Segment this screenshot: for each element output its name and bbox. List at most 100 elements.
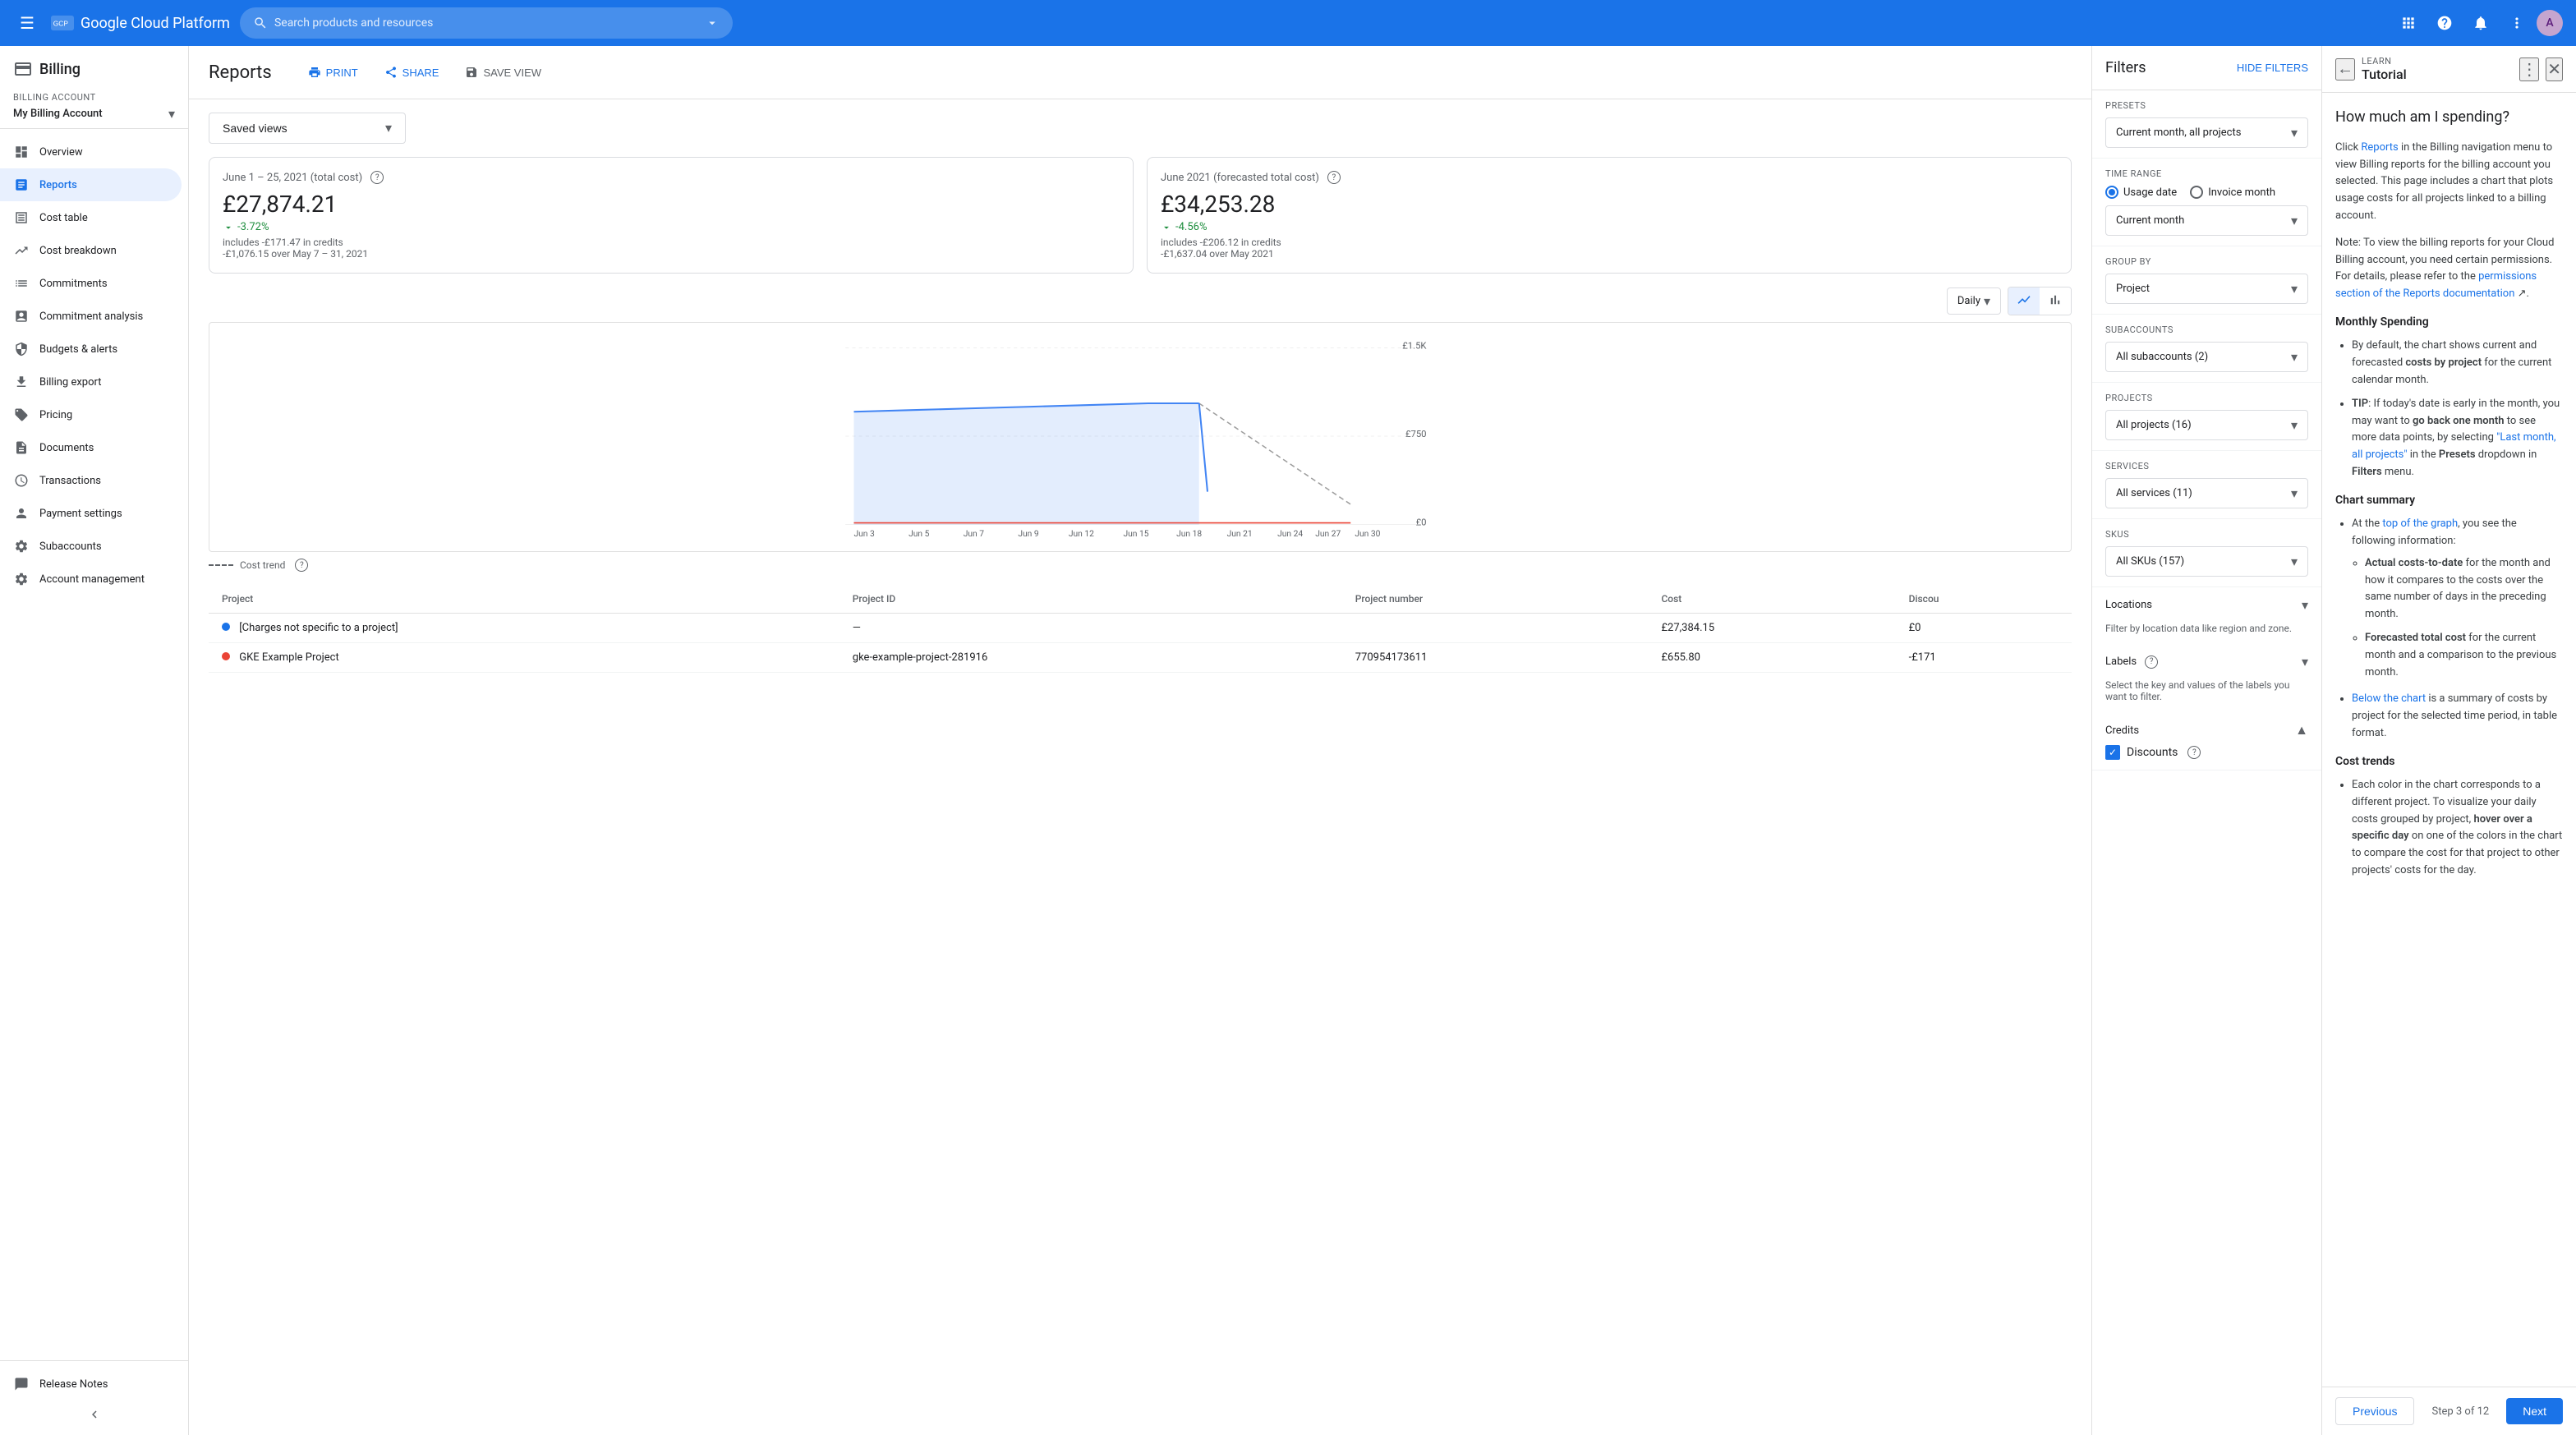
svg-text:£0: £0: [1416, 517, 1427, 528]
help-icon-btn[interactable]: [2428, 7, 2461, 39]
tutorial-permissions-link[interactable]: permissions section of the Reports docum…: [2335, 270, 2537, 300]
table-header-row: Project Project ID Project number Cost D…: [209, 585, 2072, 614]
cost-card-current-help[interactable]: ?: [370, 171, 384, 184]
cost-card-forecast-help[interactable]: ?: [1327, 171, 1341, 184]
sidebar-item-billing-export[interactable]: Billing export: [0, 366, 182, 398]
filter-locations-chevron: ▾: [2302, 597, 2308, 613]
billing-title-text: Billing: [39, 61, 80, 78]
monthly-spending-bullet1: By default, the chart shows current and …: [2352, 338, 2563, 389]
filter-credits-section: Credits ▲ ✓ Discounts ?: [2092, 712, 2321, 770]
tutorial-close-button[interactable]: ✕: [2546, 57, 2563, 81]
filter-group-by-select[interactable]: Project ▾: [2105, 274, 2308, 304]
filter-presets-chevron: ▾: [2291, 125, 2298, 140]
monthly-spending-list: By default, the chart shows current and …: [2335, 338, 2563, 481]
discounts-checkbox-item[interactable]: ✓ Discounts ?: [2105, 745, 2308, 760]
collapse-sidebar-btn[interactable]: [0, 1401, 188, 1428]
cost-trend-help[interactable]: ?: [295, 559, 308, 572]
usage-date-radio[interactable]: [2105, 186, 2118, 199]
sidebar-item-budgets-alerts[interactable]: Budgets & alerts: [0, 333, 182, 366]
notifications-icon-btn[interactable]: [2464, 7, 2497, 39]
sidebar-item-reports[interactable]: Reports: [0, 168, 182, 201]
sidebar-item-transactions[interactable]: Transactions: [0, 464, 182, 497]
filter-subaccounts-select[interactable]: All subaccounts (2) ▾: [2105, 342, 2308, 372]
filter-time-range-select[interactable]: Current month ▾: [2105, 205, 2308, 236]
filter-services-select[interactable]: All services (11) ▾: [2105, 478, 2308, 508]
hamburger-menu[interactable]: ☰: [13, 7, 41, 39]
tutorial-top-graph-link[interactable]: top of the graph: [2382, 517, 2458, 530]
filter-presets-select[interactable]: Current month, all projects ▾: [2105, 117, 2308, 148]
chart-period-select[interactable]: Daily ▾: [1947, 287, 2001, 315]
sidebar-item-commitment-analysis[interactable]: Commitment analysis: [0, 300, 182, 333]
filter-labels-help[interactable]: ?: [2145, 655, 2158, 669]
share-button[interactable]: SHARE: [375, 59, 449, 85]
filter-projects-select[interactable]: All projects (16) ▾: [2105, 410, 2308, 440]
discounts-help[interactable]: ?: [2187, 746, 2201, 759]
sidebar-item-release-notes[interactable]: Release Notes: [0, 1368, 182, 1401]
billing-account-select[interactable]: My Billing Account ▾: [13, 106, 175, 122]
subaccounts-label: Subaccounts: [39, 540, 102, 553]
filter-labels-header[interactable]: Labels ? ▾: [2092, 644, 2321, 679]
sidebar-item-documents[interactable]: Documents: [0, 431, 182, 464]
bar-chart-btn[interactable]: [2040, 287, 2071, 315]
hide-filters-button[interactable]: HIDE FILTERS: [2237, 62, 2308, 74]
tutorial-reports-link[interactable]: Reports: [2361, 141, 2398, 154]
invoice-month-option[interactable]: Invoice month: [2190, 186, 2275, 199]
sidebar-item-cost-breakdown[interactable]: Cost breakdown: [0, 234, 182, 267]
cost-trend-label: Cost trend ?: [209, 559, 2072, 572]
svg-text:£750: £750: [1405, 429, 1427, 439]
sidebar-nav: Overview Reports Cost table Cost breakdo…: [0, 129, 188, 1360]
commitments-label: Commitments: [39, 278, 108, 290]
commitment-analysis-label: Commitment analysis: [39, 310, 143, 323]
sidebar-item-payment-settings[interactable]: Payment settings: [0, 497, 182, 530]
sidebar-item-overview[interactable]: Overview: [0, 136, 182, 168]
line-chart-btn[interactable]: [2008, 287, 2040, 315]
tutorial-next-button[interactable]: Next: [2506, 1398, 2563, 1424]
sidebar-item-commitments[interactable]: Commitments: [0, 267, 182, 300]
cost-card-current-title-text: June 1 – 25, 2021 (total cost): [223, 172, 362, 184]
apps-icon-btn[interactable]: [2392, 7, 2425, 39]
header-actions: PRINT SHARE SAVE VIEW: [298, 59, 551, 85]
chart-period-label: Daily: [1957, 295, 1980, 307]
row1-id: —: [840, 614, 1342, 643]
sidebar-item-pricing[interactable]: Pricing: [0, 398, 182, 431]
row2-number: 770954173611: [1342, 643, 1649, 673]
tutorial-below-chart-link[interactable]: Below the chart: [2352, 692, 2426, 705]
cost-trends-list: Each color in the chart corresponds to a…: [2335, 777, 2563, 880]
tutorial-para2: Note: To view the billing reports for yo…: [2335, 235, 2563, 303]
sidebar-item-account-management[interactable]: Account management: [0, 563, 182, 596]
cost-card-current-amount: £27,874.21: [223, 191, 1120, 218]
tutorial-back-button[interactable]: ←: [2335, 58, 2355, 80]
saved-views-dropdown[interactable]: Saved views ▾: [209, 113, 406, 144]
filter-subaccounts-section: Subaccounts All subaccounts (2) ▾: [2092, 315, 2321, 383]
invoice-month-radio[interactable]: [2190, 186, 2203, 199]
tutorial-para1: Click Reports in the Billing navigation …: [2335, 140, 2563, 225]
account-management-icon: [13, 571, 30, 587]
filter-skus-value: All SKUs (157): [2116, 555, 2184, 568]
save-view-button[interactable]: SAVE VIEW: [455, 59, 551, 85]
sidebar-item-subaccounts[interactable]: Subaccounts: [0, 530, 182, 563]
print-button[interactable]: PRINT: [298, 59, 368, 85]
filter-credits-header[interactable]: Credits ▲: [2105, 722, 2308, 738]
filter-locations-header[interactable]: Locations ▾: [2092, 587, 2321, 623]
down-arrow-icon: [223, 222, 234, 233]
row1-discount: £0: [1896, 614, 2072, 643]
cost-chart: £1.5K £750 £0: [223, 336, 2058, 538]
discounts-checkbox[interactable]: ✓: [2105, 745, 2120, 760]
payment-settings-label: Payment settings: [39, 508, 122, 520]
tutorial-previous-button[interactable]: Previous: [2335, 1397, 2414, 1425]
tutorial-more-button[interactable]: ⋮: [2519, 57, 2539, 81]
usage-date-option[interactable]: Usage date: [2105, 186, 2177, 199]
svg-text:Jun 5: Jun 5: [908, 528, 930, 538]
filter-group-by-section: Group by Project ▾: [2092, 246, 2321, 315]
filter-presets-section: Presets Current month, all projects ▾: [2092, 90, 2321, 159]
sidebar-footer: Release Notes: [0, 1360, 188, 1435]
search-bar[interactable]: Search products and resources: [240, 7, 733, 39]
chart-controls: Daily ▾: [209, 287, 2072, 315]
avatar[interactable]: A: [2537, 10, 2563, 36]
sidebar-item-cost-table[interactable]: Cost table: [0, 201, 182, 234]
filter-time-range-chevron: ▾: [2291, 213, 2298, 228]
search-expand-icon[interactable]: [705, 16, 720, 30]
more-options-icon-btn[interactable]: [2500, 7, 2533, 39]
row2-id: gke-example-project-281916: [840, 643, 1342, 673]
filter-skus-select[interactable]: All SKUs (157) ▾: [2105, 546, 2308, 577]
